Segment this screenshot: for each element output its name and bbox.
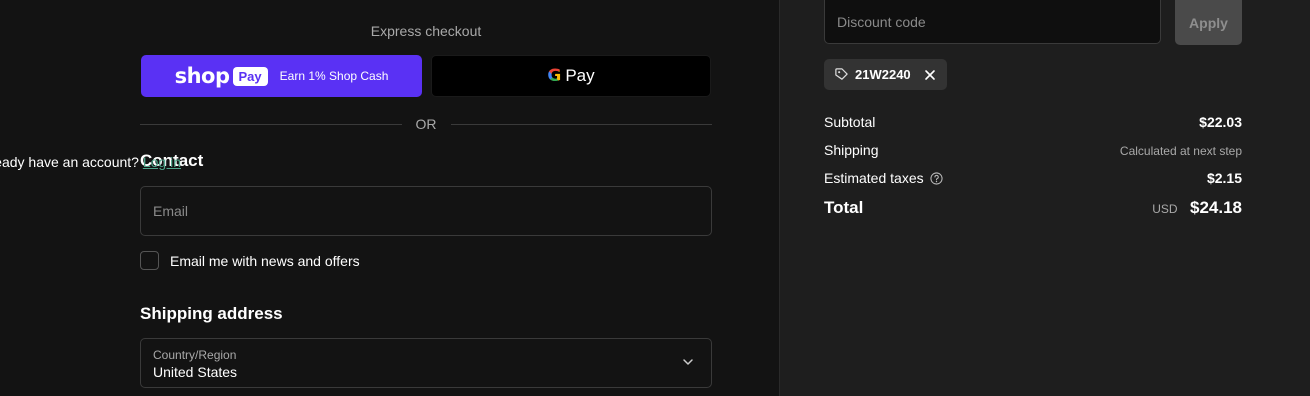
applied-discount-code: 21W2240: [855, 67, 911, 82]
newsletter-checkbox[interactable]: [140, 251, 159, 270]
country-region-label: Country/Region: [153, 348, 237, 362]
subtotal-row: Subtotal $22.03: [824, 114, 1242, 130]
shipping-address-heading: Shipping address: [140, 304, 283, 323]
divider-line: [450, 123, 712, 125]
shop-logo-text: shop: [174, 64, 230, 88]
account-prompt-row: Already have an account? Log in: [0, 154, 181, 170]
order-summary-panel: Apply 21W2240 Subtotal $22.03 Shipping C…: [779, 0, 1310, 396]
checkout-main-panel: Express checkout shop Pay Earn 1% Shop C…: [0, 0, 779, 396]
log-in-link[interactable]: Log in: [143, 154, 181, 170]
tag-icon: [835, 68, 848, 80]
estimated-taxes-row: Estimated taxes $2.15: [824, 170, 1242, 186]
divider-line: [140, 123, 402, 125]
subtotal-label: Subtotal: [824, 114, 876, 130]
estimated-taxes-label-group: Estimated taxes: [824, 170, 943, 186]
shop-pay-button[interactable]: shop Pay Earn 1% Shop Cash: [141, 55, 422, 97]
total-currency: USD: [1152, 202, 1178, 216]
help-circle-icon[interactable]: [930, 171, 943, 185]
close-icon[interactable]: [923, 68, 937, 82]
estimated-taxes-label: Estimated taxes: [824, 170, 924, 186]
express-checkout-label: Express checkout: [370, 23, 482, 39]
google-pay-button[interactable]: G Pay: [431, 55, 711, 97]
country-region-value: United States: [153, 364, 238, 380]
country-region-select[interactable]: Country/Region United States: [140, 338, 712, 388]
total-row: Total USD $24.18: [824, 198, 1242, 218]
shipping-value: Calculated at next step: [1119, 144, 1242, 158]
chevron-down-icon: [683, 359, 693, 365]
applied-discount-tag: 21W2240: [824, 59, 947, 90]
g-logo-icon: G: [547, 66, 562, 86]
apply-discount-button[interactable]: Apply: [1175, 0, 1242, 45]
or-text: OR: [415, 116, 437, 132]
email-field[interactable]: [140, 186, 712, 236]
shop-cash-text: Earn 1% Shop Cash: [279, 69, 389, 83]
or-divider: OR: [140, 114, 712, 134]
shipping-label: Shipping: [824, 142, 879, 158]
total-label: Total: [824, 198, 864, 217]
shop-pay-logo: shop Pay: [175, 64, 268, 88]
account-prompt-text: Already have an account?: [0, 154, 139, 170]
total-value: $24.18: [1190, 198, 1242, 217]
estimated-taxes-value: $2.15: [1206, 170, 1242, 186]
subtotal-value: $22.03: [1199, 114, 1242, 130]
newsletter-label: Email me with news and offers: [170, 252, 360, 269]
newsletter-option: Email me with news and offers: [140, 251, 360, 270]
discount-code-input[interactable]: [824, 0, 1161, 44]
google-pay-text: Pay: [565, 66, 595, 85]
total-amount-group: USD $24.18: [1152, 198, 1242, 218]
shop-pay-pill: Pay: [232, 66, 268, 86]
shipping-row: Shipping Calculated at next step: [824, 142, 1242, 158]
